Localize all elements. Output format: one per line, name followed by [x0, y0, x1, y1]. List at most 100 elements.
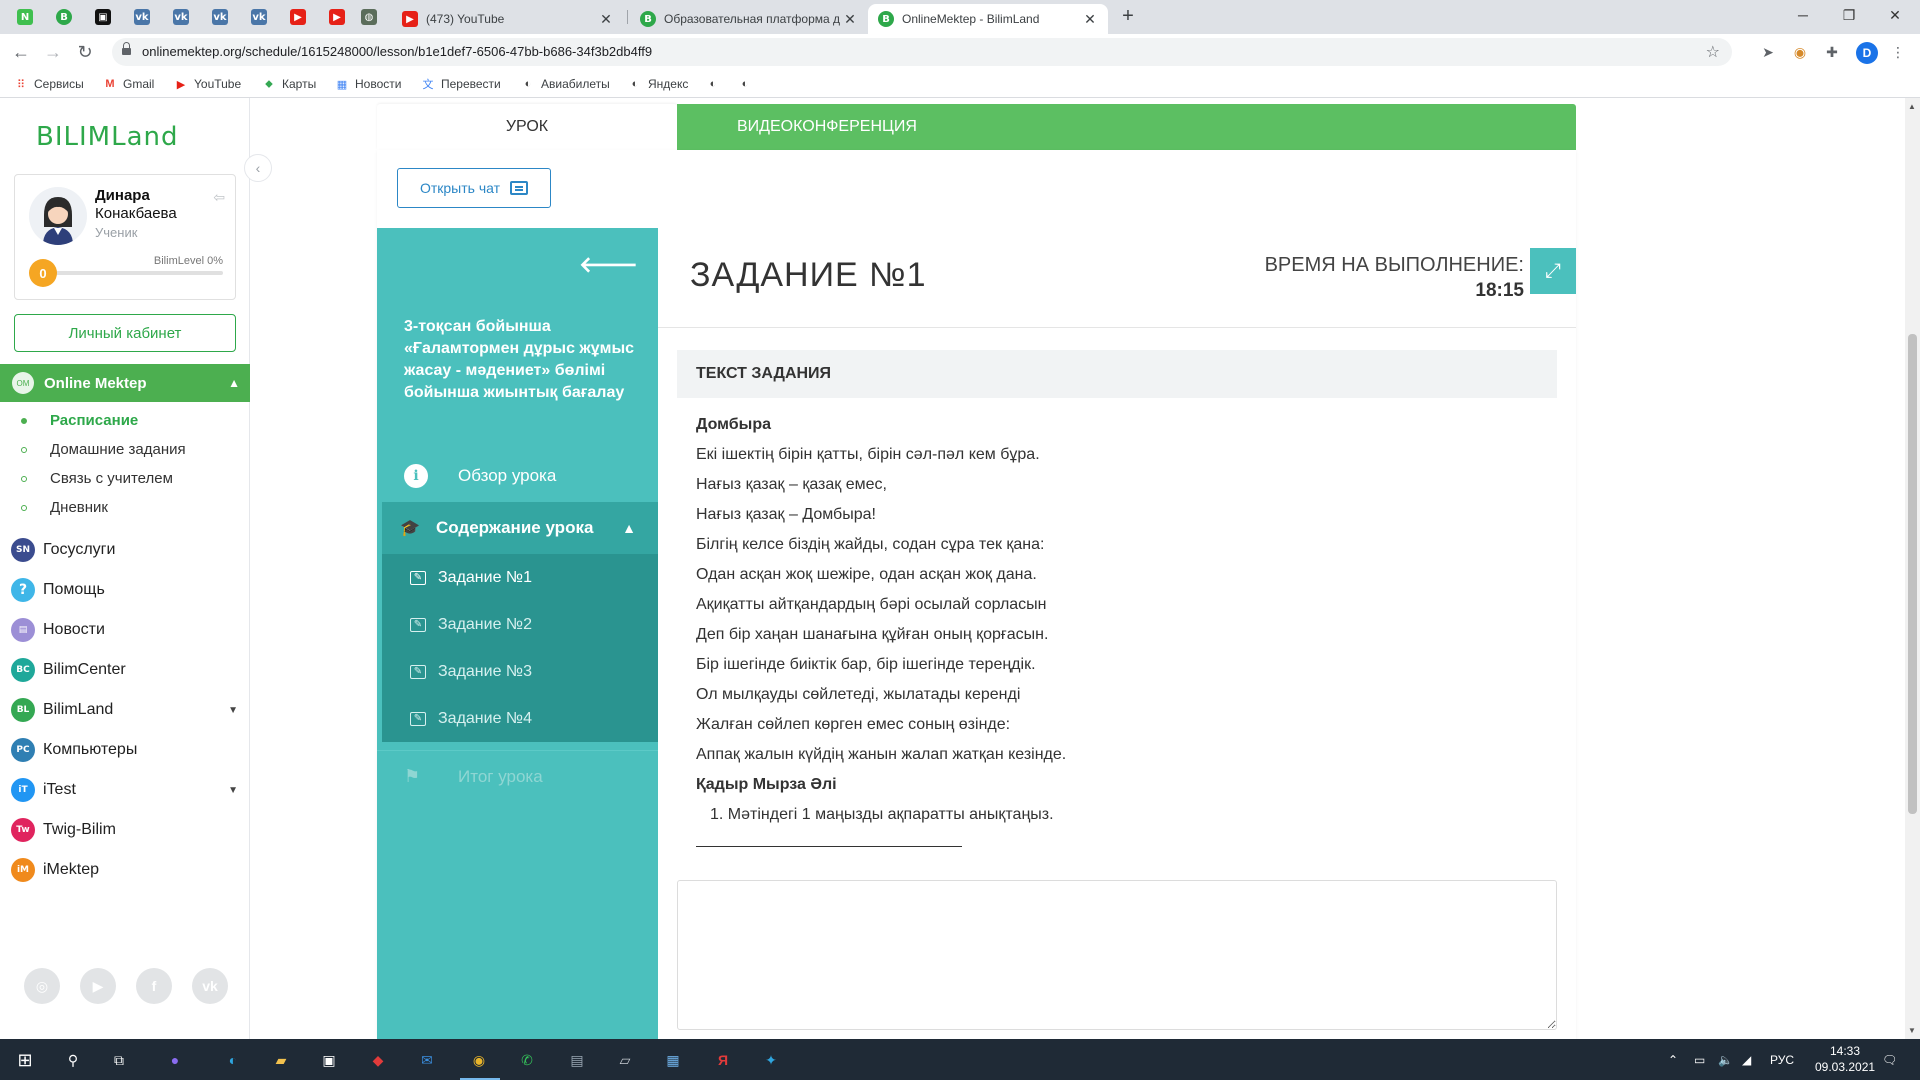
pinned-tab[interactable]: vk — [131, 6, 153, 28]
minimize-button[interactable]: ─ — [1780, 0, 1826, 30]
pinned-tab[interactable]: B — [53, 6, 75, 28]
scrollbar-thumb[interactable] — [1908, 334, 1917, 814]
send-icon[interactable]: ➤ — [1758, 42, 1778, 62]
pinned-tab[interactable]: ◍ — [358, 6, 380, 28]
maximize-button[interactable]: ❐ — [1826, 0, 1872, 30]
camera-icon[interactable]: ▭ — [1694, 1039, 1705, 1080]
fox-app-icon[interactable]: ▤ — [564, 1047, 590, 1073]
store-icon[interactable]: ▣ — [316, 1047, 342, 1073]
yandex-icon[interactable]: Я — [710, 1047, 736, 1073]
sidebar-item-computers[interactable]: PC Компьютеры — [0, 730, 250, 770]
tab-lesson[interactable]: УРОК — [377, 104, 677, 150]
address-bar[interactable]: onlinemektep.org/schedule/1615248000/les… — [112, 38, 1732, 66]
sidebar-item-gosuslugi[interactable]: SN Госуслуги — [0, 530, 250, 570]
close-icon[interactable]: ✕ — [1082, 11, 1098, 28]
answer-textarea[interactable] — [677, 880, 1557, 1030]
menu-dots-icon[interactable]: ⋮ — [1888, 42, 1908, 62]
personal-cabinet-button[interactable]: Личный кабинет — [14, 314, 236, 352]
edge-icon[interactable]: ◐ — [220, 1047, 246, 1073]
notifications-icon[interactable]: 🗨 — [1882, 1039, 1897, 1080]
assistant-icon[interactable]: ● — [162, 1047, 188, 1073]
bookmark-services[interactable]: ⠿ Сервисы — [14, 76, 84, 92]
open-chat-button[interactable]: Открыть чат — [397, 168, 551, 208]
bookmark-globe[interactable]: ◐ — [738, 76, 758, 92]
new-tab-button[interactable]: + — [1117, 6, 1139, 28]
close-icon[interactable]: ✕ — [598, 11, 614, 28]
puzzle-icon[interactable]: ✚ — [1822, 42, 1842, 62]
sidebar-item-news[interactable]: ▤ Новости — [0, 610, 250, 650]
forward-button[interactable]: → — [42, 41, 64, 63]
submenu-item-schedule[interactable]: Расписание — [0, 406, 250, 435]
windows-start-icon[interactable]: ⊞ — [12, 1047, 38, 1073]
nav-task-3[interactable]: ✎ Задание №3 — [382, 648, 658, 695]
youtube-icon[interactable]: ▶ — [80, 968, 116, 1004]
fullscreen-icon[interactable]: ⤢ — [1530, 248, 1576, 294]
network-icon[interactable]: ◢ — [1742, 1039, 1751, 1080]
app-icon[interactable]: ▱ — [612, 1047, 638, 1073]
nav-task-2[interactable]: ✎ Задание №2 — [382, 601, 658, 648]
scroll-up-icon[interactable]: ▲ — [1908, 102, 1916, 111]
bookmark-gmail[interactable]: M Gmail — [103, 76, 154, 92]
antivirus-icon[interactable]: ◆ — [365, 1047, 391, 1073]
chrome-icon[interactable]: ◉ — [466, 1047, 492, 1073]
sidebar-item-help[interactable]: ? Помощь — [0, 570, 250, 610]
mail-icon[interactable]: ✉ — [414, 1047, 440, 1073]
page-scrollbar[interactable]: ▲ ▼ — [1905, 98, 1920, 1039]
pinned-tab[interactable]: ▶ — [326, 6, 348, 28]
app-icon[interactable]: ✦ — [758, 1047, 784, 1073]
submenu-item-contact-teacher[interactable]: Связь с учителем — [0, 464, 250, 493]
instagram-icon[interactable]: ◎ — [24, 968, 60, 1004]
sidebar-item-itest[interactable]: iT iTest ▼ — [0, 770, 250, 810]
volume-icon[interactable]: 🔈 — [1718, 1039, 1733, 1080]
back-button[interactable]: ← — [10, 41, 32, 63]
profile-avatar[interactable]: D — [1856, 42, 1878, 64]
nav-lesson-overview[interactable]: i Обзор урока — [377, 450, 658, 502]
close-window-button[interactable]: ✕ — [1872, 0, 1918, 30]
bookmark-translate[interactable]: 文 Перевести — [421, 76, 501, 92]
facebook-icon[interactable]: f — [136, 968, 172, 1004]
bookmark-star-icon[interactable]: ☆ — [1706, 42, 1720, 62]
bookmark-youtube[interactable]: ▶ YouTube — [174, 76, 241, 92]
bookmark-globe[interactable]: ◐ — [706, 76, 726, 92]
tray-chevron-icon[interactable]: ⌃ — [1668, 1039, 1678, 1080]
browser-tab-onlinemektep[interactable]: B OnlineMektep - BilimLand ✕ — [868, 4, 1108, 34]
bookmark-flights[interactable]: ◐ Авиабилеты — [521, 76, 610, 92]
sidebar-item-imektep[interactable]: iM iMektep — [0, 850, 250, 890]
logout-icon[interactable]: ⇦ — [213, 189, 225, 206]
nav-task-1[interactable]: ✎ Задание №1 — [382, 554, 658, 601]
reload-button[interactable]: ↻ — [74, 41, 96, 63]
bilimland-logo[interactable]: BILIMLand — [36, 122, 179, 152]
bookmark-yandex[interactable]: ◐ Яндекс — [628, 76, 689, 92]
pinned-tab[interactable]: N — [14, 6, 36, 28]
bookmark-news[interactable]: ▦ Новости — [335, 76, 402, 92]
language-indicator[interactable]: РУС — [1770, 1039, 1794, 1080]
pinned-tab[interactable]: ▣ — [92, 6, 114, 28]
tab-videoconference[interactable]: ВИДЕОКОНФЕРЕНЦИЯ — [677, 104, 1576, 150]
browser-tab-education[interactable]: B Образовательная платформа д ✕ — [630, 4, 868, 34]
file-explorer-icon[interactable]: ▰ — [268, 1047, 294, 1073]
pinned-tab[interactable]: ▶ — [287, 6, 309, 28]
arrow-left-icon[interactable]: 🡐 — [579, 252, 638, 278]
submenu-item-homework[interactable]: Домашние задания — [0, 435, 250, 464]
browser-tab-youtube[interactable]: ▶ (473) YouTube ✕ — [392, 4, 624, 34]
sidebar-item-bilimland[interactable]: BL BilimLand ▼ — [0, 690, 250, 730]
calculator-icon[interactable]: ▦ — [660, 1047, 686, 1073]
bookmark-maps[interactable]: ⬥ Карты — [262, 76, 316, 92]
taskbar-clock[interactable]: 14:33 09.03.2021 — [1815, 1043, 1875, 1075]
sidebar-item-twig-bilim[interactable]: Tw Twig-Bilim — [0, 810, 250, 850]
scroll-down-icon[interactable]: ▼ — [1908, 1026, 1916, 1035]
vk-icon[interactable]: vk — [192, 968, 228, 1004]
whatsapp-icon[interactable]: ✆ — [514, 1047, 540, 1073]
nav-lesson-summary[interactable]: ⚑ Итог урока — [377, 750, 658, 802]
collapse-sidebar-button[interactable]: ‹ — [244, 154, 272, 182]
task-view-icon[interactable]: ⧉ — [106, 1047, 132, 1073]
extension-icon[interactable]: ◉ — [1790, 42, 1810, 62]
pinned-tab[interactable]: vk — [209, 6, 231, 28]
submenu-item-diary[interactable]: Дневник — [0, 493, 250, 522]
nav-task-4[interactable]: ✎ Задание №4 — [382, 695, 658, 742]
nav-lesson-content[interactable]: 🎓 Содержание урока ▲ — [382, 502, 658, 554]
search-icon[interactable]: ⚲ — [60, 1047, 86, 1073]
pinned-tab[interactable]: vk — [170, 6, 192, 28]
pinned-tab[interactable]: vk — [248, 6, 270, 28]
sidebar-item-bilimcenter[interactable]: BC BilimCenter — [0, 650, 250, 690]
